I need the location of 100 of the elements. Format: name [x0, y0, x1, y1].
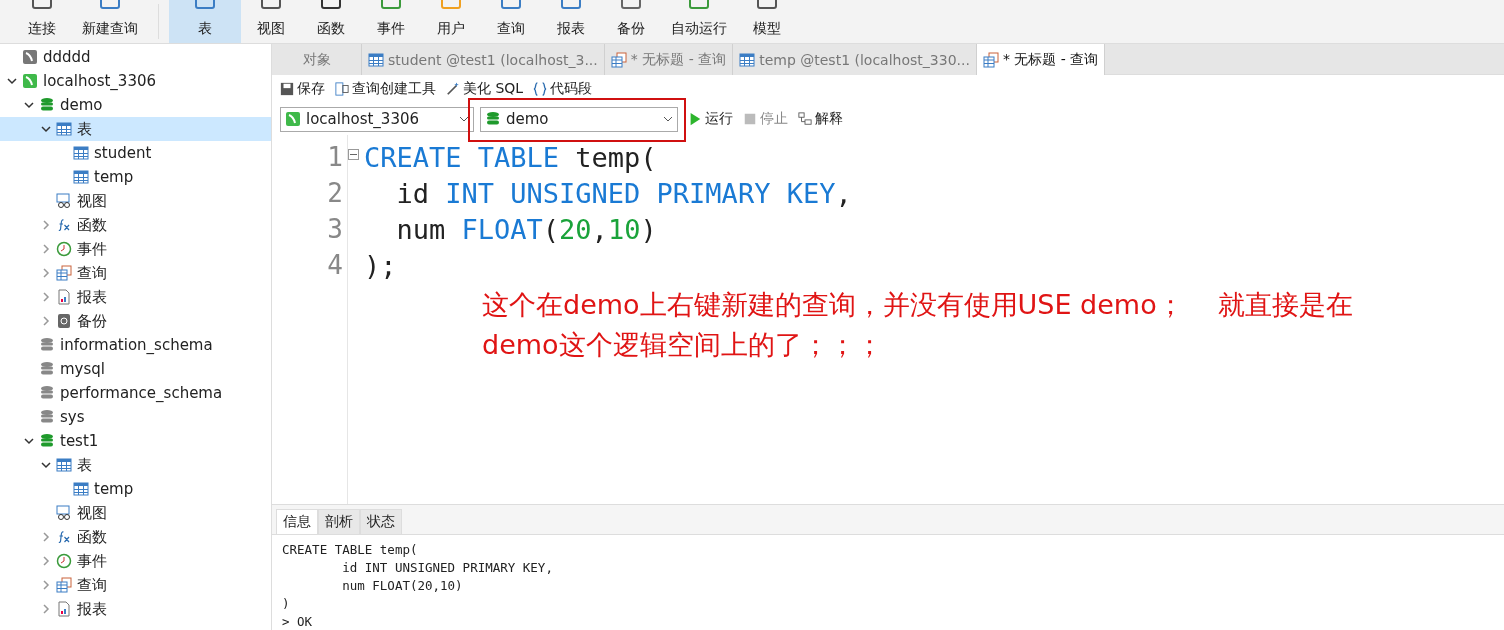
tree-item[interactable]: student: [0, 141, 271, 165]
tree-item[interactable]: 视图: [0, 189, 271, 213]
tree-item-label: ddddd: [43, 48, 91, 66]
chevron-right-icon[interactable]: [40, 315, 52, 327]
run-toolbar-button[interactable]: 运行: [688, 110, 733, 128]
tree-item[interactable]: demo: [0, 93, 271, 117]
fold-marker[interactable]: [348, 149, 359, 160]
tree-item-label: performance_schema: [60, 384, 223, 402]
tree-item[interactable]: test1: [0, 429, 271, 453]
tree-item[interactable]: performance_schema: [0, 381, 271, 405]
tree-item[interactable]: 查询: [0, 261, 271, 285]
code-line: num FLOAT(20,10): [395, 212, 658, 247]
tab[interactable]: * 无标题 - 查询: [604, 44, 734, 75]
toolbar-button[interactable]: 连接: [12, 0, 72, 43]
tree-item-label: 函数: [77, 527, 107, 547]
chevron-down-icon: [663, 114, 673, 124]
tree-item[interactable]: temp: [0, 165, 271, 189]
tree-item[interactable]: 视图: [0, 501, 271, 525]
tree-item-label: 报表: [77, 599, 107, 619]
chevron-right-icon[interactable]: [40, 291, 52, 303]
tree-item[interactable]: 函数: [0, 213, 271, 237]
tree-item[interactable]: 表: [0, 453, 271, 477]
connection-icon: [22, 73, 38, 89]
toolbar-button[interactable]: 模型: [737, 0, 797, 43]
tree-item-label: 报表: [77, 287, 107, 307]
chevron-down-icon[interactable]: [23, 435, 35, 447]
tree-item[interactable]: 报表: [0, 597, 271, 621]
tree-item[interactable]: ddddd: [0, 45, 271, 69]
line-number: 2: [327, 177, 344, 210]
tab[interactable]: 剖析: [318, 509, 360, 534]
chevron-right-icon[interactable]: [40, 579, 52, 591]
query-toolbar-button[interactable]: 查询创建工具: [335, 80, 436, 98]
tab[interactable]: 状态: [360, 509, 402, 534]
tree-item[interactable]: sys: [0, 405, 271, 429]
play-icon: [688, 112, 702, 126]
tab[interactable]: temp @test1 (localhost_330...: [733, 44, 977, 75]
chevron-right-icon[interactable]: [40, 555, 52, 567]
save-icon: [280, 82, 294, 96]
query-toolbar-button[interactable]: 美化 SQL: [446, 80, 524, 98]
tree-item[interactable]: temp: [0, 477, 271, 501]
tree-item-label: 表: [77, 455, 92, 475]
code-line: id INT UNSIGNED PRIMARY KEY,: [395, 176, 852, 211]
tab[interactable]: 信息: [276, 509, 318, 534]
minus-icon: [350, 151, 357, 158]
toolbar-button[interactable]: 自动运行: [661, 0, 737, 43]
clock-icon: [56, 241, 72, 257]
query-toolbar-button[interactable]: 保存: [280, 80, 325, 98]
connection-icon: [22, 49, 38, 65]
tree-item[interactable]: 事件: [0, 237, 271, 261]
toolbar-button[interactable]: 表: [169, 0, 241, 43]
tree-item-label: localhost_3306: [43, 72, 156, 90]
tree-item[interactable]: information_schema: [0, 333, 271, 357]
tree-item[interactable]: 查询: [0, 573, 271, 597]
annotation-text: 这个在demo上右键新建的查询，并没有使用USE demo； 就直接是在: [482, 288, 1353, 322]
chevron-down-icon[interactable]: [40, 123, 52, 135]
tree-item[interactable]: 备份: [0, 309, 271, 333]
connection-icon: [285, 111, 301, 127]
line-number: 3: [327, 213, 344, 246]
chevron-down-icon[interactable]: [23, 99, 35, 111]
tree-item[interactable]: 表: [0, 117, 271, 141]
chevron-down-icon[interactable]: [6, 75, 18, 87]
tree-item-label: student: [94, 144, 152, 162]
chevron-right-icon[interactable]: [40, 603, 52, 615]
clock-icon: [56, 553, 72, 569]
tab[interactable]: * 无标题 - 查询: [976, 44, 1106, 75]
toolbar-button[interactable]: 事件: [361, 0, 421, 43]
toolbar-button[interactable]: 视图: [241, 0, 301, 43]
code-line: CREATE TABLE temp(: [364, 140, 658, 175]
tree-item[interactable]: mysql: [0, 357, 271, 381]
tab[interactable]: student @test1 (localhost_3...: [362, 44, 605, 75]
query-toolbar-button[interactable]: 代码段: [533, 80, 593, 98]
log-line: CREATE TABLE temp(: [282, 541, 419, 559]
braces-icon: [533, 82, 548, 96]
tree-item[interactable]: 事件: [0, 549, 271, 573]
database-icon: [485, 111, 501, 127]
database-select[interactable]: demo: [480, 106, 678, 132]
connection-select[interactable]: localhost_3306: [280, 106, 474, 132]
chevron-right-icon[interactable]: [40, 243, 52, 255]
tree-item-label: 查询: [77, 263, 107, 283]
tree-item[interactable]: 函数: [0, 525, 271, 549]
tree-item-label: 视图: [77, 191, 107, 211]
log-line: num FLOAT(20,10): [341, 577, 464, 595]
toolbar-button[interactable]: 函数: [301, 0, 361, 43]
run-toolbar-button[interactable]: 解释: [798, 110, 843, 128]
database-icon: [39, 433, 55, 449]
toolbar-button[interactable]: 备份: [601, 0, 661, 43]
toolbar-button[interactable]: 新建查询: [72, 0, 148, 43]
toolbar-button[interactable]: 报表: [541, 0, 601, 43]
log-line: > OK: [282, 613, 314, 630]
chevron-down-icon[interactable]: [40, 459, 52, 471]
database-icon: [39, 385, 55, 401]
tree-item[interactable]: localhost_3306: [0, 69, 271, 93]
database-icon: [39, 97, 55, 113]
tab[interactable]: 对象: [272, 44, 362, 75]
toolbar-button[interactable]: 查询: [481, 0, 541, 43]
toolbar-button[interactable]: 用户: [421, 0, 481, 43]
chevron-right-icon[interactable]: [40, 531, 52, 543]
tree-item[interactable]: 报表: [0, 285, 271, 309]
chevron-right-icon[interactable]: [40, 267, 52, 279]
chevron-right-icon[interactable]: [40, 219, 52, 231]
